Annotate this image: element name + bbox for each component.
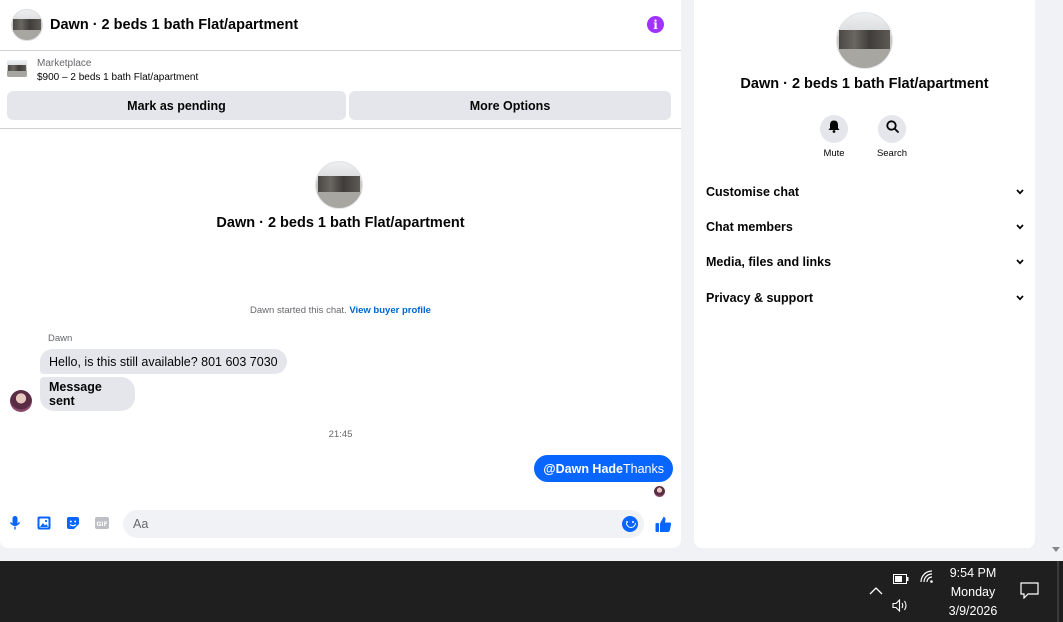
message-input-placeholder: Aa	[133, 517, 149, 531]
chevron-down-icon	[1016, 258, 1024, 266]
clock-day: Monday	[950, 585, 996, 599]
wifi-icon[interactable]	[919, 569, 935, 588]
show-desktop-edge[interactable]	[1057, 561, 1059, 622]
scroll-down-arrow[interactable]	[1052, 547, 1060, 552]
sender-avatar[interactable]	[10, 390, 32, 412]
section-label: Privacy & support	[706, 291, 813, 305]
chat-header: Dawn · 2 beds 1 bath Flat/apartment i	[0, 0, 681, 51]
search-icon	[885, 120, 899, 138]
mute-button[interactable]	[820, 115, 848, 143]
chevron-down-icon	[1016, 188, 1024, 196]
conversation-info-panel: Dawn · 2 beds 1 bath Flat/apartment Mute…	[694, 0, 1035, 548]
gif-icon[interactable]: GIF	[95, 516, 109, 530]
thumbs-up-icon[interactable]	[654, 515, 672, 533]
conversation-avatar[interactable]	[11, 9, 43, 41]
conversation-title[interactable]: Dawn · 2 beds 1 bath Flat/apartment	[50, 17, 298, 33]
section-label: Customise chat	[706, 185, 800, 199]
section-label: Chat members	[706, 220, 793, 234]
intro-title: Dawn · 2 beds 1 bath Flat/apartment	[216, 215, 465, 231]
info-avatar[interactable]	[836, 12, 893, 69]
listing-thumbnail[interactable]	[7, 60, 27, 77]
chevron-down-icon	[1016, 294, 1024, 302]
section-chat-members[interactable]: Chat members	[706, 217, 1024, 237]
info-title: Dawn · 2 beds 1 bath Flat/apartment	[740, 76, 989, 92]
search-button[interactable]	[878, 115, 906, 143]
volume-icon[interactable]	[892, 598, 909, 617]
show-hidden-icons-chevron-icon[interactable]	[869, 582, 883, 600]
seen-receipt-avatar	[654, 486, 665, 497]
clock-date: 3/9/2026	[948, 604, 998, 618]
emoji-icon[interactable]	[622, 516, 638, 532]
mute-label: Mute	[823, 148, 845, 159]
incoming-message[interactable]: Hello, is this still available? 801 603 …	[40, 349, 287, 374]
intro-avatar	[315, 161, 363, 209]
time-separator: 21:45	[328, 429, 353, 440]
section-privacy-support[interactable]: Privacy & support	[706, 288, 1024, 308]
system-clock[interactable]: 9:54 PM Monday 3/9/2026	[944, 564, 1002, 621]
search-label: Search	[876, 148, 908, 159]
outgoing-message[interactable]: @Dawn Hade Thanks	[534, 455, 673, 482]
chevron-down-icon	[1016, 223, 1024, 231]
more-options-button[interactable]: More Options	[349, 91, 671, 120]
chat-started-text: Dawn started this chat.	[250, 305, 347, 316]
battery-icon[interactable]	[893, 571, 909, 589]
view-buyer-profile-link[interactable]: View buyer profile	[349, 305, 431, 316]
marketplace-label: Marketplace	[37, 58, 92, 69]
section-customise-chat[interactable]: Customise chat	[706, 182, 1024, 202]
listing-price-title[interactable]: $900 – 2 beds 1 bath Flat/apartment	[37, 72, 198, 83]
outgoing-message-text: Thanks	[623, 461, 664, 476]
incoming-message[interactable]: Message sent	[40, 377, 135, 411]
chat-panel: Dawn · 2 beds 1 bath Flat/apartment i Ma…	[0, 0, 681, 548]
mark-as-pending-button[interactable]: Mark as pending	[7, 91, 346, 120]
chat-started-notice: Dawn started this chat. View buyer profi…	[0, 305, 681, 316]
notification-icon[interactable]	[1020, 582, 1039, 604]
microphone-icon[interactable]	[8, 516, 22, 530]
svg-text:GIF: GIF	[96, 521, 107, 528]
section-label: Media, files and links	[706, 255, 832, 269]
message-input[interactable]: Aa	[123, 510, 644, 538]
sticker-icon[interactable]	[66, 516, 80, 530]
section-media-files-links[interactable]: Media, files and links	[706, 252, 1024, 272]
marketplace-listing-strip: Marketplace $900 – 2 beds 1 bath Flat/ap…	[0, 51, 681, 129]
clock-time: 9:54 PM	[949, 566, 997, 580]
windows-taskbar: 9:54 PM Monday 3/9/2026	[0, 561, 1063, 622]
image-icon[interactable]	[37, 516, 51, 530]
sender-name: Dawn	[48, 333, 73, 344]
bell-icon	[828, 120, 840, 138]
mention-tag[interactable]: @Dawn Hade	[543, 462, 623, 476]
message-composer: GIF Aa	[0, 510, 681, 540]
info-icon[interactable]: i	[647, 16, 664, 33]
